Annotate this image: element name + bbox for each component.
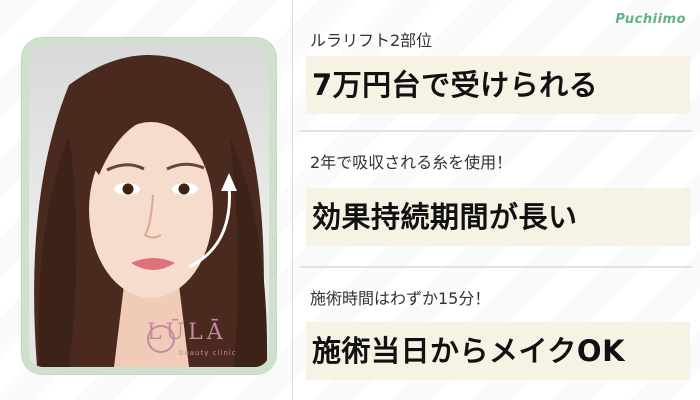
- feature-headline: 効果持続期間が長い: [306, 188, 690, 246]
- clinic-tagline: beauty clinic: [179, 349, 237, 357]
- feature-2: 2年で吸収される糸を使用！ 効果持続期間が長い: [306, 152, 690, 246]
- feature-headline: 施術当日からメイクOK: [306, 322, 690, 380]
- model-illustration: [34, 55, 268, 367]
- separator: [300, 266, 692, 268]
- feature-subtitle: 2年で吸収される糸を使用！: [310, 153, 513, 172]
- feature-headline: 7万円台で受けられる: [306, 56, 690, 114]
- feature-subtitle: 施術時間はわずか15分！: [310, 289, 491, 308]
- model-photo: LŪLĀ beauty clinic: [29, 45, 269, 367]
- feature-1: ルラリフト2部位 7万円台で受けられる: [306, 30, 690, 114]
- separator: [300, 130, 692, 132]
- feature-3: 施術時間はわずか15分！ 施術当日からメイクOK: [306, 288, 690, 380]
- divider-line: [292, 0, 293, 400]
- clinic-logo-icon: [147, 325, 175, 353]
- photo-card: LŪLĀ beauty clinic: [22, 38, 276, 374]
- brand-logo: Puchiimo: [615, 12, 686, 27]
- feature-subtitle: ルラリフト2部位: [310, 31, 433, 50]
